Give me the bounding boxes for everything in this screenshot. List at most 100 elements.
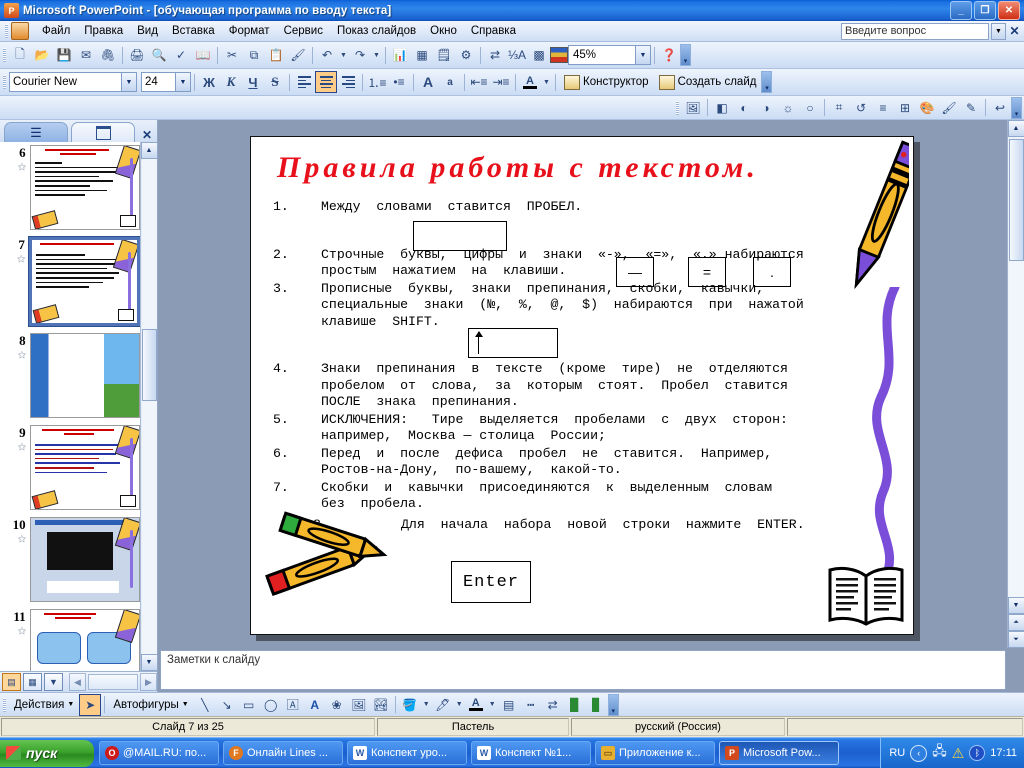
scroll-down-icon[interactable]: ▼ [1007, 597, 1024, 614]
thumbnail-item[interactable]: 8 ✩ [0, 333, 140, 418]
font-color-icon[interactable]: A [519, 71, 541, 93]
text-box-icon[interactable]: 🄰 [282, 694, 304, 716]
copy-icon[interactable]: ⧉ [243, 44, 265, 66]
menu-item-tools[interactable]: Сервис [277, 23, 330, 39]
less-brightness-icon[interactable]: ○ [799, 97, 821, 119]
align-left-icon[interactable] [293, 71, 315, 93]
set-transparent-color-icon[interactable]: ✎ [960, 97, 982, 119]
next-slide-icon[interactable]: ⏷ [1007, 631, 1024, 648]
shadow-style-icon[interactable]: ▉ [564, 694, 586, 716]
3d-style-icon[interactable]: ▊ [586, 694, 608, 716]
redo-icon[interactable]: ↷ [349, 44, 371, 66]
status-design-template[interactable]: Пастель [377, 718, 569, 736]
font-size-combobox[interactable]: 24 [141, 72, 176, 92]
rotate-left-icon[interactable]: ↺ [850, 97, 872, 119]
chevron-down-icon[interactable]: ▼ [991, 22, 1006, 40]
picture-icon[interactable]: 🏞 [370, 694, 392, 716]
menu-item-help[interactable]: Справка [464, 23, 523, 39]
shadow-button[interactable]: S [264, 71, 286, 93]
autoshapes-menu-button[interactable]: Автофигуры ▼ [108, 698, 193, 712]
menu-item-window[interactable]: Окно [423, 23, 464, 39]
horizontal-scrollbar[interactable] [88, 674, 138, 690]
current-slide[interactable]: Правила работы с текстом. 1. Между слова… [250, 136, 914, 635]
bold-button[interactable]: Ж [198, 71, 220, 93]
panel-scrollbar[interactable]: ▲ ▼ [140, 142, 158, 671]
thumbnail-preview[interactable] [29, 425, 140, 510]
taskbar-item[interactable]: ▭ Приложение к... [595, 741, 715, 765]
increase-font-size-icon[interactable]: A [417, 71, 439, 93]
align-right-icon[interactable] [337, 71, 359, 93]
bulleted-list-icon[interactable]: •≡ [388, 71, 410, 93]
diagram-icon[interactable]: ❀ [326, 694, 348, 716]
previous-slide-icon[interactable]: ⏶ [1007, 614, 1024, 631]
toolbar-options-icon[interactable]: ▾ [680, 44, 691, 66]
dash-style-icon[interactable]: ┅ [520, 694, 542, 716]
print-preview-icon[interactable]: 🔍 [148, 44, 170, 66]
arrow-style-icon[interactable]: ⇄ [542, 694, 564, 716]
insert-chart-icon[interactable]: 📊 [389, 44, 411, 66]
font-name-combobox[interactable]: Courier New [9, 72, 122, 92]
undo-dropdown-icon[interactable]: ▼ [338, 44, 349, 66]
ask-question-input[interactable]: Введите вопрос [841, 22, 989, 40]
show-formatting-icon[interactable]: ⇄ [484, 44, 506, 66]
cut-icon[interactable]: ✂ [221, 44, 243, 66]
slide-show-icon[interactable]: ▼ [44, 673, 63, 691]
network-icon[interactable]: 🖧 [932, 742, 947, 764]
line-icon[interactable]: ╲ [194, 694, 216, 716]
bluetooth-icon[interactable]: ᛒ [969, 745, 986, 761]
font-size-dropdown-icon[interactable]: ▼ [176, 72, 191, 92]
rectangle-icon[interactable]: ▭ [238, 694, 260, 716]
status-language[interactable]: русский (Россия) [571, 718, 785, 736]
thumbnail-item[interactable]: 11 ✩ [0, 609, 140, 671]
language-indicator[interactable]: RU [889, 747, 905, 759]
insert-picture-icon[interactable]: 🖼 [682, 97, 704, 119]
taskbar-item[interactable]: W Конспект уро... [347, 741, 467, 765]
clipart-icon[interactable]: 🖼 [348, 694, 370, 716]
update-icon[interactable]: ‹ [910, 744, 928, 762]
scroll-up-icon[interactable]: ▲ [1007, 120, 1024, 137]
toolbar-options-icon[interactable]: ▾ [761, 71, 773, 93]
next-button[interactable]: ▶ [140, 673, 157, 691]
thumbnail-preview[interactable] [29, 145, 140, 230]
close-button[interactable]: ✕ [998, 1, 1020, 20]
arrow-icon[interactable]: ↘ [216, 694, 238, 716]
reset-picture-icon[interactable]: ↩ [989, 97, 1011, 119]
expand-icon[interactable]: ⚙ [455, 44, 477, 66]
zoom-dropdown-icon[interactable]: ▼ [636, 45, 651, 65]
toolbar-grip[interactable] [3, 48, 6, 62]
menu-item-slideshow[interactable]: Показ слайдов [330, 23, 423, 39]
new-document-icon[interactable]: 🗋 [9, 44, 31, 66]
taskbar-item[interactable]: W Конспект №1... [471, 741, 591, 765]
scrollbar-track[interactable] [141, 159, 157, 654]
slide-title[interactable]: Правила работы с текстом. [277, 151, 759, 185]
underline-button[interactable]: Ч [242, 71, 264, 93]
tab-slides[interactable] [71, 122, 135, 142]
wordart-icon[interactable]: A [304, 694, 326, 716]
scrollbar-thumb[interactable] [141, 329, 157, 401]
decrease-font-size-icon[interactable]: a [439, 71, 461, 93]
menu-item-view[interactable]: Вид [130, 23, 165, 39]
less-contrast-icon[interactable]: ◑ [755, 97, 777, 119]
design-button[interactable]: Конструктор [559, 74, 654, 91]
save-icon[interactable]: 💾 [53, 44, 75, 66]
taskbar-item[interactable]: O @MAIL.RU: по... [99, 741, 219, 765]
redo-dropdown-icon[interactable]: ▼ [371, 44, 382, 66]
thumbnail-item[interactable]: 10 ✩ [0, 517, 140, 602]
taskbar-item[interactable]: F Онлайн Lines ... [223, 741, 343, 765]
toolbar-grip[interactable] [676, 100, 679, 115]
zoom-combobox[interactable]: 45% [568, 45, 636, 65]
italic-button[interactable]: К [220, 71, 242, 93]
close-icon[interactable]: ✕ [1008, 24, 1021, 38]
font-color-icon[interactable]: A [465, 694, 487, 716]
increase-indent-icon[interactable]: ⇥≡ [490, 71, 512, 93]
toolbar-options-icon[interactable]: ▾ [1011, 96, 1022, 119]
warning-icon[interactable]: ⚠ [952, 745, 965, 762]
research-icon[interactable]: 📖 [192, 44, 214, 66]
undo-icon[interactable]: ↶ [316, 44, 338, 66]
font-color-dropdown-icon[interactable]: ▼ [487, 694, 498, 716]
compress-picture-icon[interactable]: ⊞ [894, 97, 916, 119]
crop-icon[interactable]: ⌗ [828, 97, 850, 119]
clock[interactable]: 17:11 [990, 747, 1017, 759]
more-contrast-icon[interactable]: ◐ [733, 97, 755, 119]
prev-button[interactable]: ◀ [69, 673, 86, 691]
